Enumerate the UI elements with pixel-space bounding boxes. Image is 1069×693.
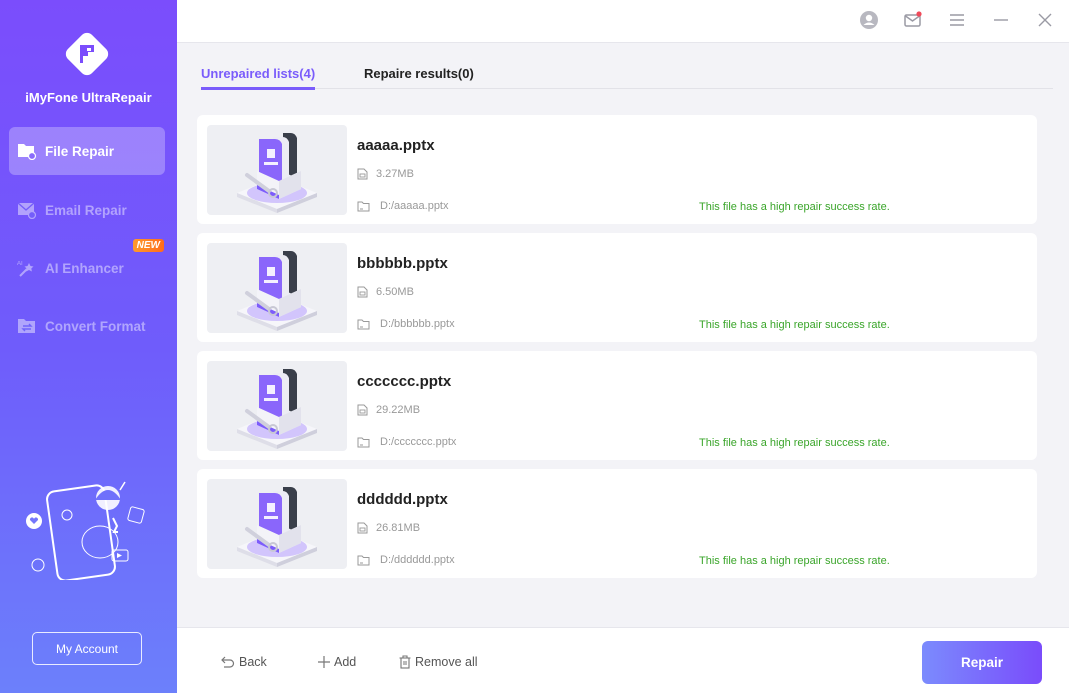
file-path: D:/bbbbbb.pptx [380,318,455,330]
sidebar-item-label: File Repair [45,143,115,159]
repair-status: This file has a high repair success rate… [699,555,890,567]
file-path: D:/aaaaa.pptx [380,200,449,212]
file-card[interactable]: ccccccc.pptx 29.22MB D:/ccccccc.pptx Thi… [197,351,1037,460]
repair-status: This file has a high repair success rate… [699,437,890,449]
tab-bar: Unrepaired lists(4) Repaire results(0) [201,60,1053,90]
repair-status: This file has a high repair success rate… [699,201,890,213]
file-size: 3.27MB [376,168,414,180]
title-bar [177,0,1069,43]
folder-icon [357,437,370,448]
file-icon [357,522,368,534]
file-path-row: D:/bbbbbb.pptx [357,318,455,330]
close-icon[interactable] [1033,8,1057,32]
plus-icon [318,656,330,668]
file-size-row: 29.22MB [357,404,420,416]
account-icon[interactable] [857,8,881,32]
file-repair-icon [17,141,37,161]
file-icon [357,168,368,180]
file-path-row: D:/ccccccc.pptx [357,436,456,448]
folder-icon [357,319,370,330]
file-thumbnail [207,243,347,333]
tab-unrepaired-lists[interactable]: Unrepaired lists(4) [201,66,316,90]
back-label: Back [239,655,267,669]
file-name: ccccccc.pptx [357,373,452,390]
file-size-row: 26.81MB [357,522,420,534]
file-size: 29.22MB [376,404,421,416]
email-repair-icon [17,200,37,220]
sidebar-item-convert-format[interactable]: Convert Format [9,302,165,350]
file-thumbnail [207,479,347,569]
trash-icon [399,655,411,669]
file-thumbnail [207,125,347,215]
sidebar-item-email-repair[interactable]: Email Repair [9,186,165,234]
file-icon [357,404,368,416]
minimize-icon[interactable] [989,8,1013,32]
file-name: bbbbbb.pptx [357,255,448,272]
file-size: 26.81MB [376,522,421,534]
back-button[interactable]: Back [221,655,267,669]
file-path-row: D:/dddddd.pptx [357,554,455,566]
add-button[interactable]: Add [318,655,356,669]
file-size: 6.50MB [376,286,414,298]
ai-enhancer-icon: AI [17,258,37,278]
file-icon [357,286,368,298]
back-arrow-icon [221,656,235,668]
menu-icon[interactable] [945,8,969,32]
file-list: aaaaa.pptx 3.27MB D:/aaaaa.pptx This fil… [197,115,1037,587]
repair-button[interactable]: Repair [922,641,1042,684]
mail-icon[interactable] [901,8,925,32]
app-logo-icon [58,25,116,83]
new-badge: NEW [132,239,164,252]
sidebar-item-ai-enhancer[interactable]: AI AI Enhancer NEW [9,239,165,292]
folder-icon [357,201,370,212]
folder-icon [357,555,370,566]
file-card[interactable]: bbbbbb.pptx 6.50MB D:/bbbbbb.pptx This f… [197,233,1037,342]
file-name: aaaaa.pptx [357,137,435,154]
file-thumbnail [207,361,347,451]
convert-format-icon [17,316,37,336]
sidebar-item-file-repair[interactable]: File Repair [9,127,165,175]
app-name: iMyFone UltraRepair [25,90,152,105]
file-path-row: D:/aaaaa.pptx [357,200,449,212]
file-path: D:/ccccccc.pptx [380,436,457,448]
sidebar-item-label: Convert Format [45,318,146,334]
my-account-button[interactable]: My Account [32,632,142,665]
sidebar: iMyFone UltraRepair File Repair Email Re… [0,0,177,693]
add-label: Add [334,655,357,669]
sidebar-item-label: Email Repair [45,202,127,218]
file-size-row: 6.50MB [357,286,414,298]
repair-status: This file has a high repair success rate… [699,319,890,331]
file-size-row: 3.27MB [357,168,414,180]
file-name: dddddd.pptx [357,491,448,508]
tab-repair-results[interactable]: Repaire results(0) [364,66,474,87]
file-card[interactable]: dddddd.pptx 26.81MB D:/dddddd.pptx This … [197,469,1037,578]
svg-text:AI: AI [17,261,23,267]
file-path: D:/dddddd.pptx [380,554,455,566]
illustration [20,480,155,582]
file-card[interactable]: aaaaa.pptx 3.27MB D:/aaaaa.pptx This fil… [197,115,1037,224]
footer-bar: Back Add Remove all Repair [177,627,1069,693]
sidebar-item-label: AI Enhancer [45,260,124,276]
remove-all-button[interactable]: Remove all [399,655,478,669]
remove-all-label: Remove all [415,655,478,669]
